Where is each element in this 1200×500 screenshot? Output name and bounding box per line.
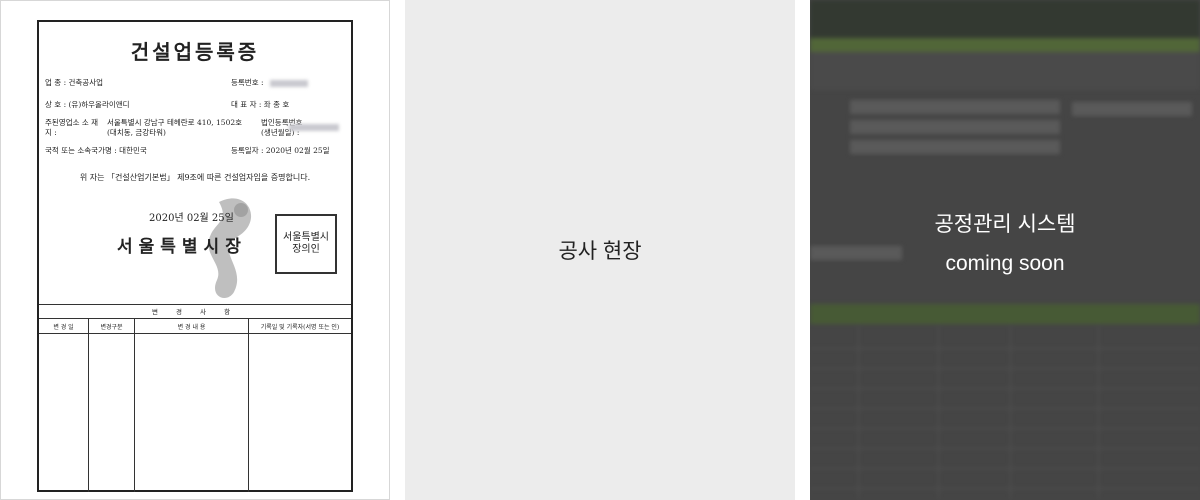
column-header: 변 경 내 용 [135,322,248,334]
company-label: 상 호 : [45,100,67,109]
company-value: (유)하우올라이앤디 [68,100,130,109]
address-value-2: (대치동, 금강타워) [107,128,166,137]
site-panel[interactable]: 공사 현장 [405,0,795,500]
site-label: 공사 현장 [558,240,642,263]
redacted-corp-no [289,124,339,131]
ceo-row: 대 표 자 : 좌 종 호 [231,100,289,110]
industry-row: 업 종 : 건축공사업 [45,78,103,88]
table-column: 기록일 및 기록자(서명 또는 인) [249,319,351,492]
official-seal: 서울특별시장의인 [275,214,337,274]
address-value-1: 서울특별시 강남구 테헤란로 410, 1502호 [107,118,243,127]
system-panel[interactable]: 공정관리 시스템 coming soon [810,0,1200,500]
changes-table: 변 경 일 변경구분 변 경 내 용 기록일 및 기록자(서명 또는 인) [39,318,351,492]
certificate-panel[interactable]: 건설업등록증 업 종 : 건축공사업 등록번호 : 상 호 : (유)하우올라이… [0,0,390,500]
system-title: 공정관리 시스템 [934,213,1076,236]
table-top-rule [39,304,351,305]
issuer-name: 서울특별시장 [117,237,247,257]
company-row: 상 호 : (유)하우올라이앤디 [45,100,130,110]
table-column: 변 경 내 용 [135,319,249,492]
reg-no-row: 등록번호 : [231,78,308,88]
certificate-document: 건설업등록증 업 종 : 건축공사업 등록번호 : 상 호 : (유)하우올라이… [37,20,353,492]
reg-no-label: 등록번호 : [231,78,264,87]
reg-date-label: 등록일자 : [231,146,264,155]
certificate-statement: 위 자는 「건설산업기본법」 제9조에 따른 건설업자임을 증명합니다. [79,173,311,182]
column-header: 변 경 일 [39,322,88,334]
industry-label: 업 종 : [45,78,67,87]
issue-date: 2020년 02월 25일 [149,213,234,224]
ceo-label: 대 표 자 : [231,100,262,109]
redacted-reg-no [269,79,308,87]
address-label: 주된영업소 소 재 지 : [45,118,99,137]
nationality-row: 국적 또는 소속국가명 : 대한민국 [45,146,147,156]
reg-date-row: 등록일자 : 2020년 02월 25일 [231,146,330,156]
system-subtitle: coming soon [945,252,1065,275]
reg-date-value: 2020년 02월 25일 [265,146,330,155]
column-header: 변경구분 [89,322,134,334]
industry-value: 건축공사업 [68,78,104,87]
coming-soon-message: 공정관리 시스템 coming soon [810,208,1200,276]
table-column: 변 경 일 [39,319,89,492]
ceo-value: 좌 종 호 [263,100,290,109]
table-column: 변경구분 [89,319,135,492]
nationality-label: 국적 또는 소속국가명 : [45,146,117,155]
nationality-value: 대한민국 [119,146,147,155]
changes-table-header: 변 경 사 항 [151,308,239,316]
certificate-title: 건설업등록증 [130,40,260,64]
column-header: 기록일 및 기록자(서명 또는 인) [249,322,351,334]
